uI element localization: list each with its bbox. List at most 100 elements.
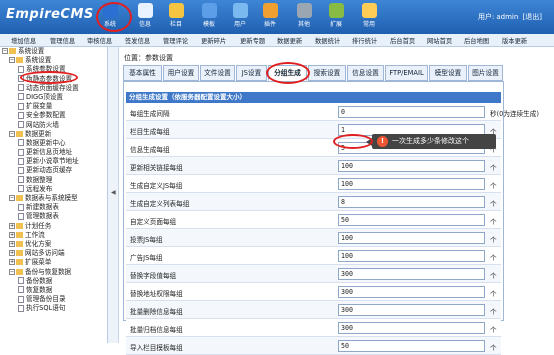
- collapse-icon[interactable]: −: [9, 130, 15, 137]
- tab-settings[interactable]: FTP/EMAIL: [385, 65, 428, 81]
- sidebar-item[interactable]: − 数据更新: [0, 130, 107, 139]
- user-prefix: 用户:: [478, 13, 495, 21]
- nav-document-button[interactable]: 信息: [131, 2, 159, 32]
- value-input[interactable]: 100: [338, 178, 485, 190]
- sidebar-item[interactable]: 网站防火墙: [0, 121, 107, 130]
- tab-settings[interactable]: 模型设置: [429, 65, 467, 81]
- sidebar-item[interactable]: 新建数据表: [0, 203, 107, 212]
- value-input[interactable]: 0: [338, 106, 485, 118]
- sidebar-item[interactable]: 备份数据: [0, 277, 107, 286]
- expand-icon[interactable]: +: [9, 250, 15, 257]
- sidebar-item[interactable]: 管理数据表: [0, 212, 107, 221]
- sidebar-item[interactable]: 更新信息页地址: [0, 148, 107, 157]
- value-input[interactable]: 50: [338, 214, 485, 226]
- breadcrumb: 位置：参数设置: [124, 54, 173, 62]
- value-input[interactable]: 300: [338, 322, 485, 334]
- sidebar-item[interactable]: − 数据表与系统模型: [0, 194, 107, 203]
- user-name: admin: [496, 13, 519, 21]
- sidebar-item[interactable]: 管理备份目录: [0, 295, 107, 304]
- sidebar-item[interactable]: 动态页面缓存设置: [0, 84, 107, 93]
- nav-star-button[interactable]: 常用: [355, 2, 383, 32]
- tab-settings[interactable]: 信息设置: [347, 65, 384, 81]
- sidebar-tree: − 系统设置 − 系统设置 系统参数设置 伪静态参数设置 动态页面缓存设置 DIGG顶设置 扩展…: [0, 47, 108, 343]
- menubar-item[interactable]: 签发信息: [125, 36, 150, 45]
- sidebar-item[interactable]: 远程发布: [0, 185, 107, 194]
- expand-icon[interactable]: +: [9, 259, 15, 266]
- menubar-item[interactable]: 网站首页: [427, 36, 452, 45]
- nav-label: 模板: [202, 21, 215, 28]
- collapse-arrow-icon[interactable]: ◀: [111, 189, 116, 196]
- sidebar-item[interactable]: + 扩展菜单: [0, 258, 107, 267]
- sidebar-item[interactable]: 数据更新中心: [0, 139, 107, 148]
- sidebar-item-label: 管理数据表: [26, 212, 59, 221]
- sidebar-item[interactable]: 安全参数配置: [0, 111, 107, 120]
- menubar-item[interactable]: 管理评论: [163, 36, 188, 45]
- sidebar-item[interactable]: 数据整理: [0, 176, 107, 185]
- nav-folder-button[interactable]: 栏目: [162, 2, 190, 32]
- panel-title: 分组生成设置（依服务器配置设置大小）: [126, 92, 501, 103]
- tab-settings[interactable]: JS设置: [236, 65, 267, 81]
- logout-link[interactable]: [退出]: [523, 13, 542, 21]
- tab-settings[interactable]: 分组生成: [268, 65, 307, 81]
- nav-extension-button[interactable]: 扩展: [322, 2, 350, 32]
- menubar-item[interactable]: 数据统计: [315, 36, 340, 45]
- value-input[interactable]: 300: [338, 268, 485, 280]
- sidebar-item[interactable]: DIGG顶设置: [0, 93, 107, 102]
- sidebar-item-label: 优化方案: [25, 239, 52, 248]
- sidebar-item[interactable]: + 工作流: [0, 231, 107, 240]
- sidebar-item[interactable]: 更新动态页缓存: [0, 166, 107, 175]
- expand-icon[interactable]: +: [9, 231, 15, 238]
- folder-icon: [16, 195, 23, 201]
- nav-globe-button[interactable]: 系统: [96, 2, 124, 32]
- menubar-item[interactable]: 数据更新: [277, 36, 302, 45]
- collapse-icon[interactable]: −: [9, 268, 15, 275]
- field-label: 批量删除信息每组: [130, 308, 183, 316]
- sidebar-item[interactable]: + 计划任务: [0, 222, 107, 231]
- tab-settings[interactable]: 搜索设置: [308, 65, 346, 81]
- menubar-item[interactable]: 排行统计: [352, 36, 377, 45]
- collapse-icon[interactable]: −: [9, 57, 15, 64]
- tab-settings[interactable]: 基本属性: [123, 65, 162, 81]
- sidebar-item[interactable]: 扩展变量: [0, 102, 107, 111]
- expand-icon[interactable]: +: [9, 240, 15, 247]
- sidebar-item[interactable]: − 系统设置: [0, 47, 107, 56]
- menubar-item[interactable]: 审核信息: [87, 36, 112, 45]
- nav-template-button[interactable]: 模板: [195, 2, 223, 32]
- menubar-item[interactable]: 更新专题: [240, 36, 265, 45]
- sidebar-item[interactable]: 系统参数设置: [0, 65, 107, 74]
- value-input[interactable]: 50: [338, 340, 485, 352]
- tab-settings[interactable]: 图片设置: [468, 65, 503, 81]
- menubar-item[interactable]: 管理信息: [50, 36, 75, 45]
- folder-icon: [16, 268, 23, 275]
- nav-plugin-button[interactable]: 插件: [256, 2, 284, 32]
- menubar-item[interactable]: 更新碎片: [201, 36, 226, 45]
- unit-label: 个: [490, 254, 497, 262]
- sidebar-item[interactable]: 恢复数据: [0, 286, 107, 295]
- collapse-icon[interactable]: −: [9, 195, 15, 201]
- menubar-item[interactable]: 后台首页: [390, 36, 415, 45]
- menubar-item[interactable]: 增加信息: [11, 36, 36, 45]
- sidebar-item[interactable]: − 备份与恢复数据: [0, 268, 107, 277]
- menubar-item[interactable]: 后台地图: [464, 36, 489, 45]
- value-input[interactable]: 300: [338, 286, 485, 298]
- sidebar-item[interactable]: + 优化方案: [0, 240, 107, 249]
- expand-icon[interactable]: +: [9, 222, 15, 229]
- collapse-icon[interactable]: −: [2, 48, 8, 54]
- sidebar-item[interactable]: 伪静态参数设置: [0, 75, 107, 84]
- sidebar-item[interactable]: − 系统设置: [0, 56, 107, 65]
- nav-gear-button[interactable]: 其他: [290, 2, 318, 32]
- nav-label: 扩展: [329, 21, 342, 28]
- sidebar-item[interactable]: 执行SQL语句: [0, 304, 107, 313]
- value-input[interactable]: 100: [338, 160, 485, 172]
- sidebar-item[interactable]: + 网站多访问端: [0, 249, 107, 258]
- value-input[interactable]: 100: [338, 250, 485, 262]
- value-input[interactable]: 8: [338, 196, 485, 208]
- nav-user-button[interactable]: 用户: [226, 2, 254, 32]
- menubar-item[interactable]: 版本更新: [502, 36, 527, 45]
- value-input[interactable]: 100: [338, 232, 485, 244]
- tab-settings[interactable]: 用户设置: [163, 65, 199, 81]
- sidebar-item-label: 恢复数据: [26, 285, 53, 294]
- sidebar-splitter[interactable]: ◀: [108, 47, 119, 343]
- tab-settings[interactable]: 文件设置: [200, 65, 235, 81]
- value-input[interactable]: 300: [338, 304, 485, 316]
